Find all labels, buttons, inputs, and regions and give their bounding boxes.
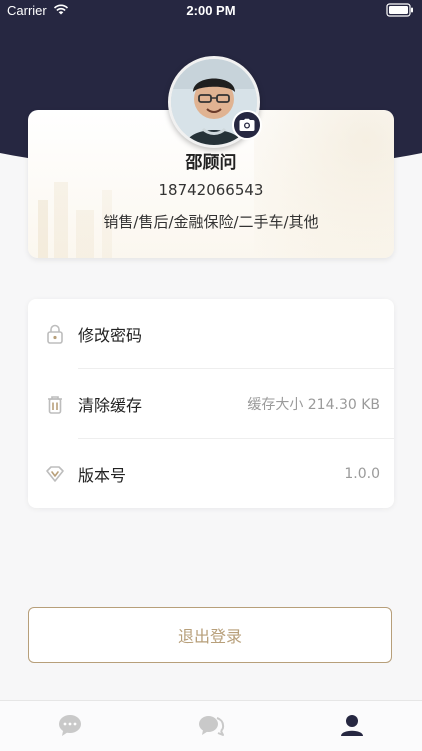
lock-icon [44, 323, 66, 345]
settings-item-change-password[interactable]: 修改密码 [28, 299, 394, 369]
tab-profile[interactable] [336, 711, 368, 739]
cache-size-value: 缓存大小 214.30 KB [247, 397, 380, 413]
status-right [386, 3, 414, 20]
diamond-icon [44, 463, 66, 485]
settings-item-label: 清除缓存 [78, 396, 143, 415]
status-time: 2:00 PM [186, 3, 236, 18]
settings-item-label: 修改密码 [78, 326, 143, 345]
version-value: 1.0.0 [344, 466, 380, 482]
status-bar: Carrier 2:00 PM [0, 0, 422, 22]
bottom-tab-bar [0, 700, 422, 751]
trash-icon [44, 393, 66, 415]
chat-bubble-icon [59, 715, 81, 736]
tab-messages[interactable] [195, 711, 227, 739]
settings-list: 修改密码 清除缓存 缓存大小 214.30 KB 版本号 1.0.0 [28, 299, 394, 508]
profile-roles: 销售/售后/金融保险/二手车/其他 [103, 213, 319, 231]
logout-button[interactable]: 退出登录 [28, 607, 392, 663]
chat-bubbles-icon [199, 716, 225, 736]
settings-item-clear-cache[interactable]: 清除缓存 缓存大小 214.30 KB [28, 369, 394, 439]
profile-icon [341, 715, 363, 736]
settings-item-version[interactable]: 版本号 1.0.0 [28, 439, 394, 509]
camera-icon[interactable] [232, 110, 262, 140]
battery-icon [386, 3, 414, 20]
tab-chat[interactable] [54, 711, 86, 739]
settings-item-label: 版本号 [78, 466, 127, 485]
profile-phone: 18742066543 [158, 181, 264, 199]
profile-name: 邵顾问 [185, 153, 237, 173]
